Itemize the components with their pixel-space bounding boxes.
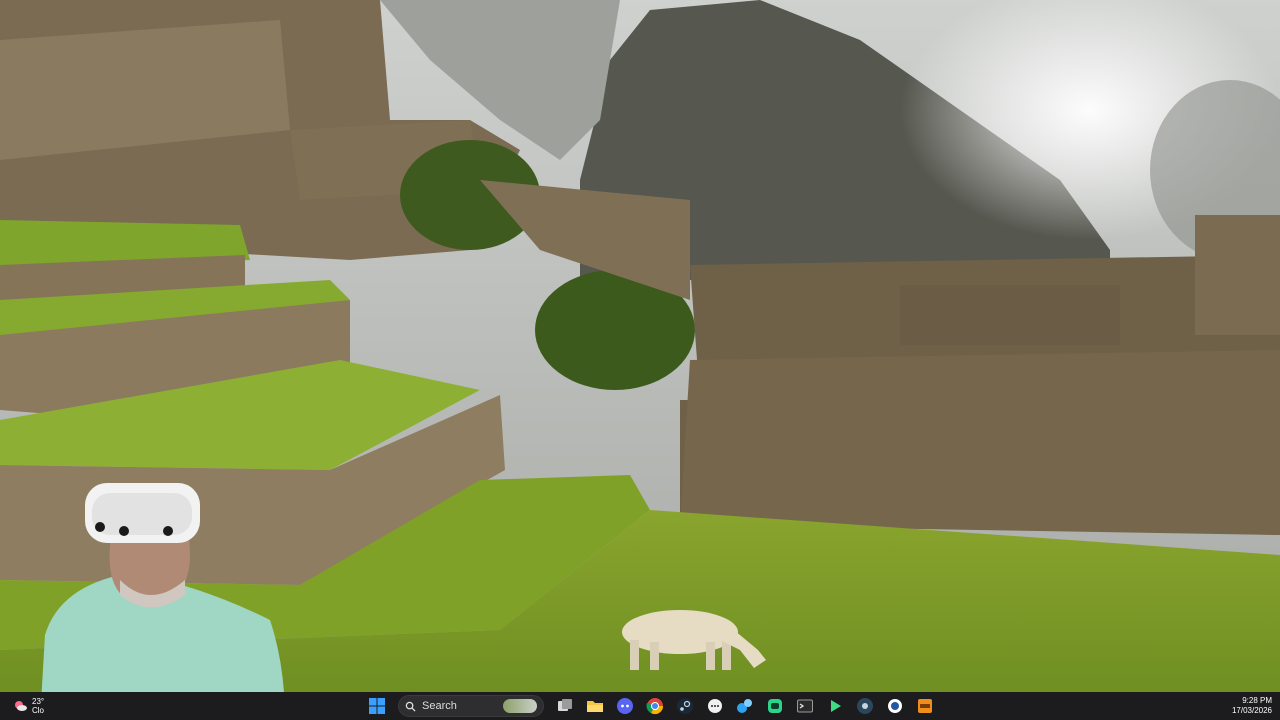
clock-time: 9:28 PM: [1242, 696, 1272, 705]
weather-widget[interactable]: 23° Clo: [14, 692, 44, 720]
app-cluster-icon: [737, 699, 752, 713]
webcam-overlay: [41, 483, 284, 692]
taskbar-app-file-explorer[interactable]: [582, 694, 608, 718]
taskbar: 23° Clo Search 9:28 PM 17/03/2026: [0, 692, 1280, 720]
taskbar-app-discord[interactable]: [612, 694, 638, 718]
chrome-icon: [646, 698, 664, 715]
green-app-icon: [768, 699, 782, 713]
taskbar-center: Search: [364, 692, 938, 720]
taskbar-app-steam[interactable]: [672, 694, 698, 718]
search-icon: [405, 701, 416, 712]
weather-icon: [14, 699, 28, 713]
steam-vr-icon: [857, 698, 873, 714]
taskbar-app-play[interactable]: [822, 694, 848, 718]
weather-temp: 23°: [32, 697, 45, 706]
orange-app-icon: [918, 699, 932, 713]
desktop: [0, 0, 1280, 692]
steam-icon: [677, 698, 693, 714]
taskbar-search[interactable]: Search: [398, 695, 544, 717]
search-highlight-image: [503, 699, 537, 713]
windows-icon: [369, 698, 385, 714]
taskbar-app-cluster[interactable]: [732, 694, 758, 718]
taskbar-app-steam-vr[interactable]: [852, 694, 878, 718]
chat-icon: [708, 699, 722, 713]
taskbar-app-task-view[interactable]: [552, 694, 578, 718]
start-button[interactable]: [364, 694, 390, 718]
taskbar-app-chrome[interactable]: [642, 694, 668, 718]
task-view-icon: [558, 699, 572, 711]
taskbar-app-green[interactable]: [762, 694, 788, 718]
taskbar-app-blue-circle[interactable]: [882, 694, 908, 718]
taskbar-app-orange[interactable]: [912, 694, 938, 718]
search-label: Search: [422, 700, 457, 712]
taskbar-app-terminal[interactable]: [792, 694, 818, 718]
terminal-icon: [797, 699, 813, 713]
file-explorer-icon: [587, 701, 603, 712]
system-clock[interactable]: 9:28 PM 17/03/2026: [1232, 692, 1272, 720]
blue-circle-icon: [888, 699, 902, 713]
taskbar-app-chat[interactable]: [702, 694, 728, 718]
play-icon: [831, 700, 841, 712]
clock-date: 17/03/2026: [1231, 706, 1272, 715]
discord-icon: [617, 698, 633, 714]
weather-condition: Clo: [32, 706, 45, 715]
